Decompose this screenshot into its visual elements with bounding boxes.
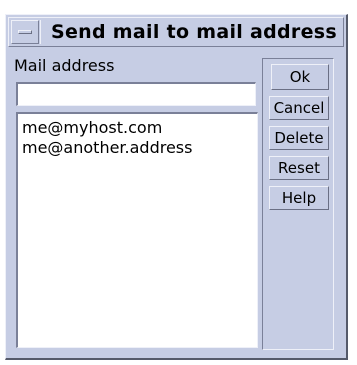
send-mail-dialog: Send mail to mail address Mail address m… [5,14,348,360]
list-item[interactable]: me@another.address [22,138,257,158]
window-title: Send mail to mail address [51,21,337,43]
delete-button[interactable]: Delete [269,126,329,150]
list-item[interactable]: me@myhost.com [22,118,257,138]
mail-address-label: Mail address [14,56,115,75]
title-bar[interactable]: Send mail to mail address [8,17,344,47]
ok-button[interactable]: Ok [271,64,329,90]
cancel-button[interactable]: Cancel [269,96,329,120]
window-menu-icon [18,30,32,34]
title-separator [40,20,41,44]
help-button[interactable]: Help [269,186,329,210]
window-menu-button[interactable] [11,20,39,44]
button-panel: Ok Cancel Delete Reset Help [262,58,334,350]
reset-button[interactable]: Reset [269,156,329,180]
address-list[interactable]: me@myhost.com me@another.address [16,112,258,348]
mail-address-input[interactable] [16,82,256,106]
dialog-content: Mail address me@myhost.com me@another.ad… [6,48,346,358]
